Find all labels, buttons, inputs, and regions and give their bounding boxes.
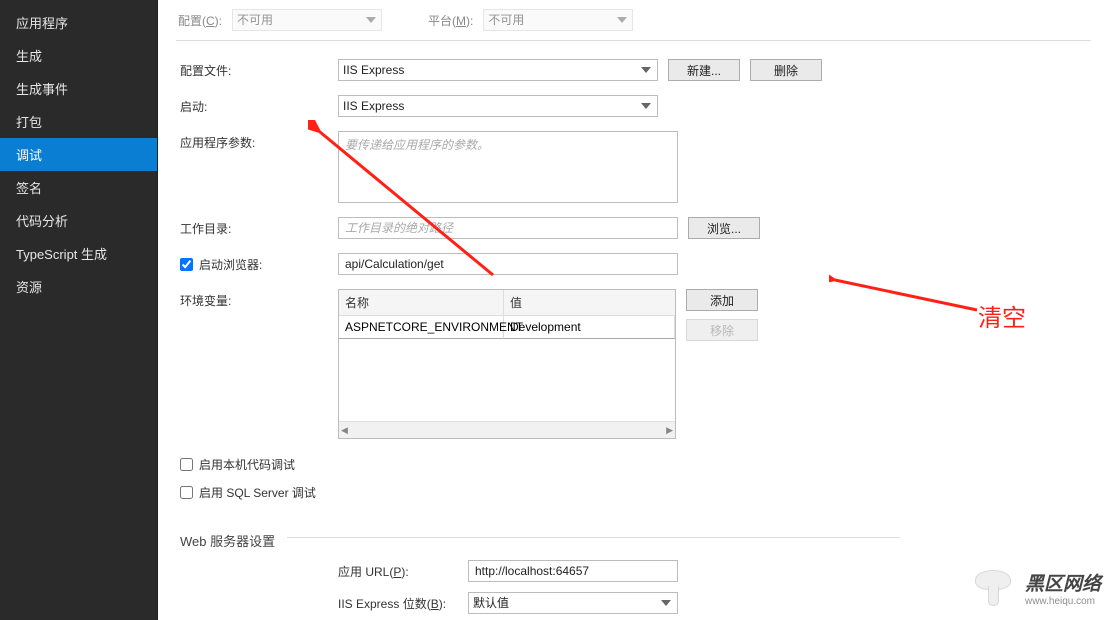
table-row[interactable]: ASPNETCORE_ENVIRONMENT Development [339, 316, 675, 339]
sidebar-item-app[interactable]: 应用程序 [0, 6, 157, 39]
sidebar-item-build[interactable]: 生成 [0, 39, 157, 72]
top-bar: 配置(C): 不可用 平台(M): 不可用 [158, 0, 1109, 40]
launch-browser-label: 启动浏览器: [180, 253, 338, 273]
chevron-right-icon[interactable]: ▶ [666, 425, 673, 436]
sidebar-item-code-analysis[interactable]: 代码分析 [0, 204, 157, 237]
env-scrollbar[interactable]: ◀ ▶ [339, 421, 675, 438]
sidebar-item-package[interactable]: 打包 [0, 105, 157, 138]
sql-debug-row: 启用 SQL Server 调试 [180, 481, 316, 501]
annotation-text: 清空 [978, 298, 1026, 333]
app-args-input[interactable] [338, 131, 678, 203]
platform-label: 平台(M): [428, 12, 473, 29]
remove-button: 移除 [686, 319, 758, 341]
workdir-label: 工作目录: [180, 217, 338, 237]
web-section-head: Web 服务器设置 [180, 515, 900, 560]
env-label: 环境变量: [180, 289, 338, 309]
launch-select[interactable]: IIS Express [338, 95, 658, 117]
sidebar-item-debug[interactable]: 调试 [0, 138, 157, 171]
sidebar-item-resources[interactable]: 资源 [0, 270, 157, 303]
iis-bits-select[interactable]: 默认值 [468, 592, 678, 614]
sql-debug-checkbox[interactable] [180, 486, 193, 499]
native-debug-checkbox[interactable] [180, 458, 193, 471]
sidebar-item-build-events[interactable]: 生成事件 [0, 72, 157, 105]
main-panel: 配置(C): 不可用 平台(M): 不可用 配置文件: IIS Express … [158, 0, 1109, 620]
mushroom-icon [969, 568, 1017, 614]
app-url-input[interactable] [468, 560, 678, 582]
env-table[interactable]: 名称 值 ASPNETCORE_ENVIRONMENT Development … [338, 289, 676, 439]
launch-browser-checkbox[interactable] [180, 258, 193, 271]
sidebar-item-typescript-build[interactable]: TypeScript 生成 [0, 237, 157, 270]
watermark: 黑区网络 www.heiqu.com [969, 568, 1101, 614]
app-url-label: 应用 URL(P): [338, 563, 468, 580]
sidebar-item-signing[interactable]: 签名 [0, 171, 157, 204]
env-col-value: 值 [504, 290, 675, 315]
config-select: 不可用 [232, 9, 382, 31]
platform-select: 不可用 [483, 9, 633, 31]
profile-select[interactable]: IIS Express [338, 59, 658, 81]
browse-button[interactable]: 浏览... [688, 217, 760, 239]
new-button[interactable]: 新建... [668, 59, 740, 81]
env-col-name: 名称 [339, 290, 504, 315]
delete-button[interactable]: 删除 [750, 59, 822, 81]
profile-label: 配置文件: [180, 59, 338, 79]
iis-bits-label: IIS Express 位数(B): [338, 595, 468, 612]
add-button[interactable]: 添加 [686, 289, 758, 311]
workdir-input[interactable] [338, 217, 678, 239]
launch-browser-input[interactable] [338, 253, 678, 275]
native-debug-row: 启用本机代码调试 [180, 453, 295, 473]
app-args-label: 应用程序参数: [180, 131, 338, 151]
config-label: 配置(C): [178, 12, 222, 29]
sidebar: 应用程序 生成 生成事件 打包 调试 签名 代码分析 TypeScript 生成… [0, 0, 158, 620]
chevron-left-icon[interactable]: ◀ [341, 425, 348, 436]
launch-label: 启动: [180, 95, 338, 115]
